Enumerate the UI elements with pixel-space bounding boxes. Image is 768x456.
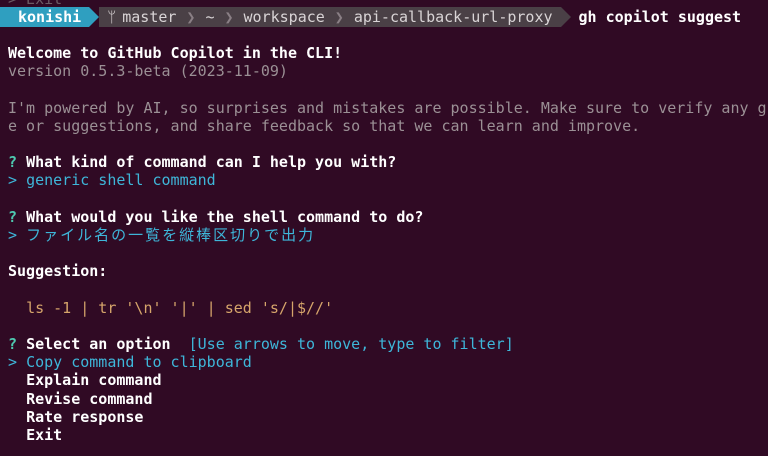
option-label: Revise command [26, 389, 153, 408]
prompt-home: ~ [197, 7, 223, 27]
option-label: Explain command [26, 371, 162, 390]
disclaimer-line-1: I'm powered by AI, so surprises and mist… [8, 98, 767, 117]
option-copy-command[interactable]: > Copy command to clipboard [8, 353, 768, 371]
answer-marker: > [8, 225, 18, 244]
question-mark: ? [8, 153, 18, 172]
question-text: What kind of command can I help you with… [26, 153, 397, 172]
answer-text: generic shell command [26, 171, 216, 190]
prompt-branch-name: master [122, 7, 177, 26]
chevron-icon: ❯ [222, 7, 236, 27]
question-mark: ? [8, 207, 18, 226]
suggested-command[interactable]: ls -1 | tr '\n' '|' | sed 's/|$//' [8, 299, 768, 317]
answer-kind: > generic shell command [8, 171, 768, 189]
selection-cursor: > [8, 353, 18, 372]
answer-text: ファイル名の一覧を縦棒区切りで出力 [26, 225, 316, 244]
prompt-user: konishi [0, 7, 90, 27]
prompt-end-arrow [560, 7, 571, 27]
shell-prompt: konishi ᛘ master ❯ ~ ❯ workspace ❯ api-c… [0, 7, 741, 27]
welcome-title: Welcome to GitHub Copilot in the CLI! [8, 44, 343, 62]
prompt-dir-workspace: workspace [235, 7, 333, 27]
option-label: Exit [26, 425, 63, 444]
version-line: version 0.5.3-beta (2023-11-09) [8, 62, 288, 81]
prompt-user-arrow [89, 7, 100, 27]
option-rate-response[interactable]: Rate response [8, 408, 768, 426]
question-text: What would you like the shell command to… [26, 207, 424, 226]
answer-marker: > [8, 171, 18, 190]
select-hint: [Use arrows to move, type to filter] [188, 335, 514, 353]
prompt-dir-project: api-callback-url-proxy [345, 7, 561, 27]
terminal-output: Welcome to GitHub Copilot in the CLI! ve… [8, 44, 768, 444]
chevron-icon: ❯ [184, 7, 198, 27]
prompt-branch: ᛘ master [99, 7, 185, 27]
suggested-command-text: ls -1 | tr '\n' '|' | sed 's/|$//' [26, 298, 334, 317]
answer-task: > ファイル名の一覧を縦棒区切りで出力 [8, 226, 768, 244]
question-task: ? What would you like the shell command … [8, 208, 768, 226]
option-label: Rate response [26, 407, 144, 426]
select-prompt: ? Select an option [Use arrows to move, … [8, 335, 768, 353]
question-mark: ? [8, 335, 18, 353]
option-explain-command[interactable]: Explain command [8, 371, 768, 389]
suggestion-label: Suggestion: [8, 262, 108, 281]
git-branch-icon: ᛘ [107, 7, 117, 26]
question-kind: ? What kind of command can I help you wi… [8, 153, 768, 171]
prompt-command: gh copilot suggest [578, 7, 742, 26]
option-revise-command[interactable]: Revise command [8, 390, 768, 408]
chevron-icon: ❯ [332, 7, 346, 27]
disclaimer-line-2: e or suggestions, and share feedback so … [8, 116, 641, 135]
option-exit[interactable]: Exit [8, 426, 768, 444]
select-label: Select an option [26, 335, 171, 353]
option-label: Copy command to clipboard [26, 353, 252, 372]
